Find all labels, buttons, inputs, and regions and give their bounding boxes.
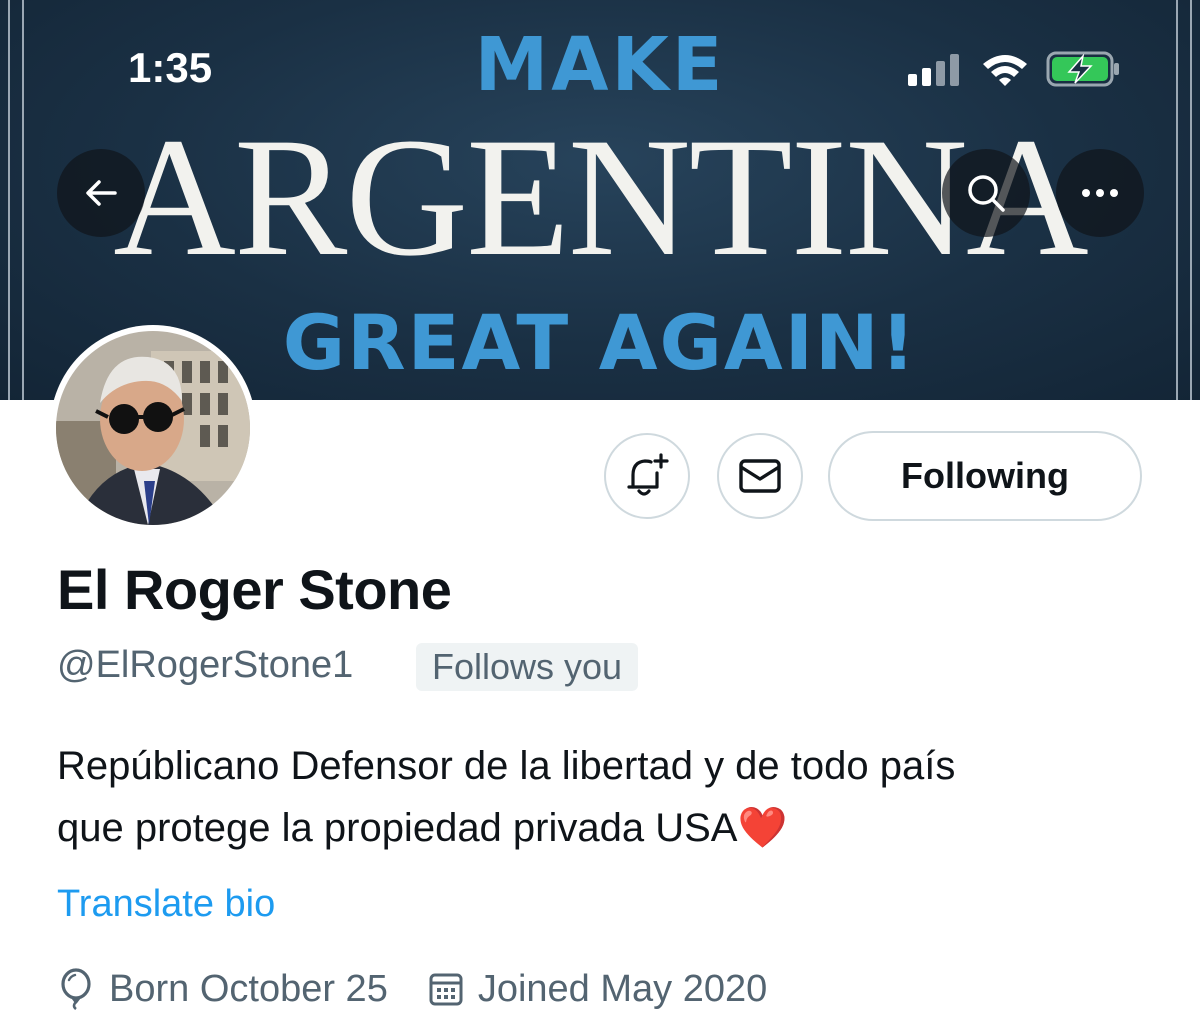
bio-line-2-text: que protege la propiedad privada USA — [57, 806, 738, 850]
joined-text: Joined May 2020 — [477, 967, 768, 1010]
signal-wifi-battery-icon — [908, 51, 1119, 87]
search-icon — [968, 175, 1005, 212]
calendar-icon — [429, 973, 463, 1006]
back-button[interactable] — [57, 149, 145, 237]
notify-button[interactable] — [604, 433, 690, 519]
status-time: 1:35 — [128, 44, 213, 91]
avatar-photo — [56, 331, 250, 525]
more-horizontal-icon — [1082, 189, 1118, 197]
more-button[interactable] — [1056, 149, 1144, 237]
display-name: El Roger Stone — [57, 558, 452, 621]
joined-item: Joined May 2020 — [428, 968, 767, 1011]
arrow-left-icon — [86, 180, 117, 206]
message-button[interactable] — [717, 433, 803, 519]
birthday-text: Born October 25 — [109, 967, 388, 1010]
avatar[interactable] — [50, 325, 256, 531]
bio: Repúblicano Defensor de la libertad y de… — [57, 735, 1157, 859]
envelope-icon — [739, 459, 781, 493]
follows-you-badge: Follows you — [416, 643, 639, 691]
balloon-icon — [61, 968, 91, 1010]
profile-meta: Born October 25 Joined May 2020 — [57, 963, 807, 1015]
heart-emoji: ❤️ — [737, 806, 788, 850]
bio-line-2: que protege la propiedad privada USA❤️ — [57, 797, 1157, 859]
search-button[interactable] — [942, 149, 1030, 237]
bell-plus-icon — [627, 453, 669, 496]
bio-line-1: Repúblicano Defensor de la libertad y de… — [57, 744, 956, 788]
status-icons — [905, 48, 1125, 92]
birthday-item: Born October 25 — [57, 968, 388, 1011]
translate-bio-link[interactable]: Translate bio — [57, 883, 275, 926]
handle: @ElRogerStone1 — [57, 644, 354, 686]
following-button[interactable]: Following — [828, 431, 1142, 521]
